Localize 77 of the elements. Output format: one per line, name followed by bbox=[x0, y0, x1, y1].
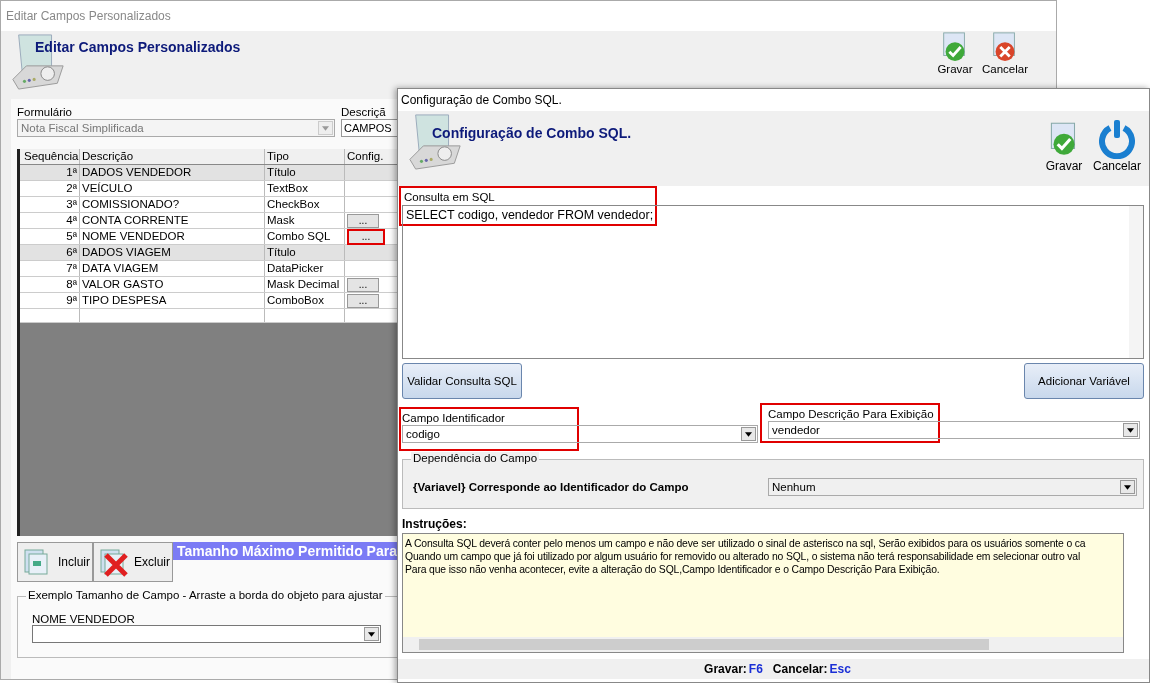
caret-icon bbox=[1124, 484, 1131, 490]
table-cell: VALOR GASTO bbox=[80, 277, 265, 292]
table-cell: DataPicker bbox=[265, 261, 345, 276]
horizontal-scrollbar[interactable] bbox=[403, 637, 1123, 652]
table-cell: TextBox bbox=[265, 181, 345, 196]
table-cell: NOME VENDEDOR bbox=[80, 229, 265, 244]
shortcut-label: Cancelar: bbox=[772, 662, 828, 676]
instructions-label: Instruções: bbox=[402, 517, 468, 531]
shortcut-label: Gravar: bbox=[704, 662, 747, 676]
column-header[interactable]: Descrição bbox=[80, 149, 265, 164]
table-cell: 8ª bbox=[22, 277, 80, 292]
dependency-label: {Variavel} Corresponde ao Identificador do Campo bbox=[413, 481, 690, 493]
window-title: Editar Campos Personalizados bbox=[6, 9, 171, 23]
instruction-line: Para que isso não venha acontecer, evite a alteração do SQL,Campo Identificador e o Campo Descrição Para Exibição. bbox=[405, 563, 941, 576]
caret-icon bbox=[745, 431, 752, 437]
delete-button[interactable]: Excluir bbox=[93, 542, 174, 582]
table-cell: 1ª bbox=[22, 165, 80, 180]
table-cell: Título bbox=[265, 165, 345, 180]
config-button[interactable]: ... bbox=[347, 277, 379, 292]
field-label: Descriçã bbox=[341, 105, 387, 119]
field-label: NOME VENDEDOR bbox=[32, 613, 136, 625]
caret-icon bbox=[322, 125, 329, 131]
save-button[interactable]: Gravar bbox=[933, 31, 976, 76]
cancel-button[interactable]: Cancelar bbox=[979, 31, 1030, 76]
shortcut-key: Esc bbox=[829, 662, 851, 676]
power-icon bbox=[1096, 119, 1138, 159]
caret-icon bbox=[1127, 427, 1134, 433]
group-legend: Dependência do Campo bbox=[411, 452, 540, 464]
table-cell: COMISSIONADO? bbox=[80, 197, 265, 212]
table-cell: CONTA CORRENTE bbox=[80, 213, 265, 228]
table-cell: DATA VIAGEM bbox=[80, 261, 265, 276]
column-header[interactable]: Sequência bbox=[22, 149, 80, 164]
cancel-button[interactable]: Cancelar bbox=[1090, 119, 1143, 173]
table-cell: 5ª bbox=[22, 229, 80, 244]
table-cell: DADOS VENDEDOR bbox=[80, 165, 265, 180]
table-cell: Mask Decimal bbox=[265, 277, 345, 292]
caret-icon bbox=[368, 631, 375, 637]
table-cell: 3ª bbox=[22, 197, 80, 212]
form-select[interactable]: Nota Fiscal Simplificada bbox=[17, 119, 335, 137]
group-legend: Exemplo Tamanho de Campo - Arraste a borda do objeto para ajustar bbox=[26, 589, 385, 601]
column-header[interactable]: Config. bbox=[345, 149, 401, 164]
add-variable-button[interactable]: Adicionar Variável bbox=[1024, 363, 1144, 399]
window-title: Configuração de Combo SQL. bbox=[401, 93, 562, 107]
field-label: Consulta em SQL bbox=[403, 190, 496, 204]
example-select[interactable] bbox=[32, 625, 381, 643]
save-button[interactable]: Gravar bbox=[1040, 119, 1087, 173]
shortcut-key: F6 bbox=[748, 662, 763, 676]
identifier-select[interactable]: codigo bbox=[402, 425, 758, 443]
table-cell: 2ª bbox=[22, 181, 80, 196]
table-cell: ComboBox bbox=[265, 293, 345, 308]
window-heading: Configuração de Combo SQL. bbox=[432, 125, 632, 141]
add-button[interactable]: Incluir bbox=[17, 542, 93, 582]
config-button[interactable]: ... bbox=[347, 213, 379, 228]
instruction-line: A Consulta SQL deverá conter pelo menos um campo e não deve ser utilizado o sinal de asterisco na sql, Serão exibidos para os usuários somente o ca bbox=[405, 537, 1087, 550]
table-cell: 6ª bbox=[22, 245, 80, 260]
column-header[interactable]: Tipo bbox=[265, 149, 345, 164]
dependency-select[interactable]: Nenhum bbox=[768, 478, 1137, 496]
config-button[interactable]: ... bbox=[347, 293, 379, 308]
table-cell: DADOS VIAGEM bbox=[80, 245, 265, 260]
table-cell: Título bbox=[265, 245, 345, 260]
description-field[interactable]: CAMPOS bbox=[341, 119, 399, 137]
table-cell: CheckBox bbox=[265, 197, 345, 212]
instruction-line: Quando um campo que já foi utilizado por algum usuário for removido ou alterado no SQL, o sistema não terá responsabilidade em selecionar outro val bbox=[405, 550, 1082, 563]
table-cell: Mask bbox=[265, 213, 345, 228]
table-cell: TIPO DESPESA bbox=[80, 293, 265, 308]
table-cell: Combo SQL bbox=[265, 229, 345, 244]
field-label: Formulário bbox=[17, 105, 73, 119]
field-label: Campo Identificador bbox=[402, 411, 506, 425]
table-cell: VEÍCULO bbox=[80, 181, 265, 196]
validate-button[interactable]: Validar Consulta SQL bbox=[402, 363, 522, 399]
sql-field[interactable]: SELECT codigo, vendedor FROM vendedor; bbox=[402, 205, 1144, 359]
window-heading: Editar Campos Personalizados bbox=[35, 39, 241, 55]
table-cell: 7ª bbox=[22, 261, 80, 276]
field-label: Campo Descrição Para Exibição bbox=[768, 407, 935, 421]
display-select[interactable]: vendedor bbox=[768, 421, 1140, 439]
table-cell: 9ª bbox=[22, 293, 80, 308]
table-cell: 4ª bbox=[22, 213, 80, 228]
